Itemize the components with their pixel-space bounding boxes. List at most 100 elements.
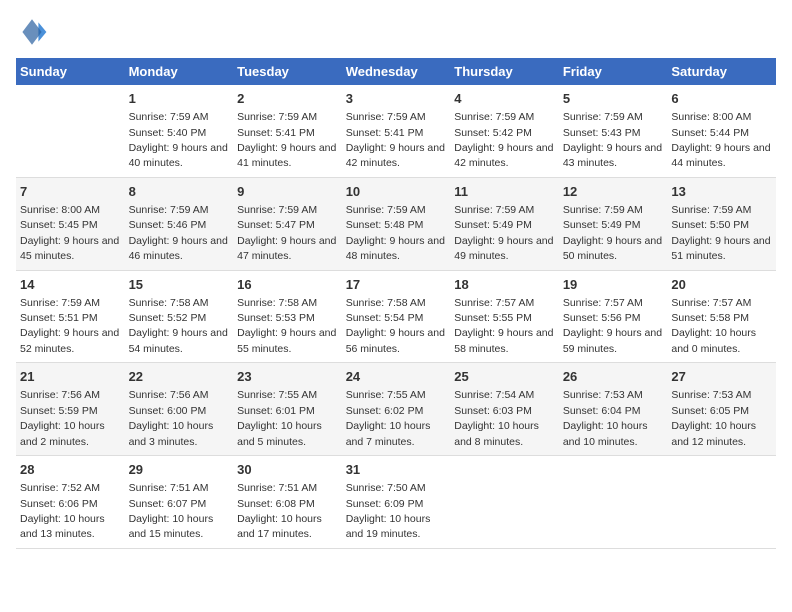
day-number: 31 bbox=[346, 461, 447, 479]
day-number: 22 bbox=[129, 368, 230, 386]
day-info: Sunrise: 7:53 AMSunset: 6:04 PMDaylight:… bbox=[563, 389, 648, 447]
day-header-wednesday: Wednesday bbox=[342, 58, 451, 85]
day-info: Sunrise: 7:59 AMSunset: 5:49 PMDaylight:… bbox=[454, 204, 553, 262]
calendar-cell: 5Sunrise: 7:59 AMSunset: 5:43 PMDaylight… bbox=[559, 85, 668, 177]
day-number: 23 bbox=[237, 368, 338, 386]
calendar-cell: 30 Sunrise: 7:51 AMSunset: 6:08 PMDayligh… bbox=[233, 456, 342, 549]
logo-icon bbox=[16, 16, 48, 48]
calendar-cell bbox=[559, 456, 668, 549]
calendar-cell: 15 Sunrise: 7:58 AMSunset: 5:52 PMDayligh… bbox=[125, 270, 234, 363]
calendar-cell: 10 Sunrise: 7:59 AMSunset: 5:48 PMDayligh… bbox=[342, 177, 451, 270]
day-info: Sunrise: 7:54 AMSunset: 6:03 PMDaylight:… bbox=[454, 389, 539, 447]
day-number: 16 bbox=[237, 276, 338, 294]
day-number: 18 bbox=[454, 276, 555, 294]
day-info: Sunrise: 7:59 AMSunset: 5:47 PMDaylight:… bbox=[237, 204, 336, 262]
calendar-cell: 6 Sunrise: 8:00 AMSunset: 5:44 PMDaylight… bbox=[667, 85, 776, 177]
day-info: Sunrise: 7:53 AMSunset: 6:05 PMDaylight:… bbox=[671, 389, 756, 447]
day-info: Sunrise: 7:59 AMSunset: 5:51 PMDaylight:… bbox=[20, 297, 119, 355]
day-info: Sunrise: 7:52 AMSunset: 6:06 PMDaylight:… bbox=[20, 482, 105, 540]
day-info: Sunrise: 7:59 AMSunset: 5:48 PMDaylight:… bbox=[346, 204, 445, 262]
day-info: Sunrise: 7:50 AMSunset: 6:09 PMDaylight:… bbox=[346, 482, 431, 540]
calendar-cell: 27 Sunrise: 7:53 AMSunset: 6:05 PMDayligh… bbox=[667, 363, 776, 456]
day-header-friday: Friday bbox=[559, 58, 668, 85]
day-number: 2 bbox=[237, 90, 338, 108]
day-info: Sunrise: 7:51 AMSunset: 6:08 PMDaylight:… bbox=[237, 482, 322, 540]
header bbox=[16, 16, 776, 48]
calendar-cell: 31 Sunrise: 7:50 AMSunset: 6:09 PMDayligh… bbox=[342, 456, 451, 549]
week-row-1: 7 Sunrise: 8:00 AMSunset: 5:45 PMDaylight… bbox=[16, 177, 776, 270]
day-number: 27 bbox=[671, 368, 772, 386]
calendar-cell: 24 Sunrise: 7:55 AMSunset: 6:02 PMDayligh… bbox=[342, 363, 451, 456]
calendar-cell: 21Sunrise: 7:56 AMSunset: 5:59 PMDayligh… bbox=[16, 363, 125, 456]
day-info: Sunrise: 7:59 AMSunset: 5:49 PMDaylight:… bbox=[563, 204, 662, 262]
week-row-3: 21Sunrise: 7:56 AMSunset: 5:59 PMDayligh… bbox=[16, 363, 776, 456]
logo bbox=[16, 16, 52, 48]
day-info: Sunrise: 7:59 AMSunset: 5:43 PMDaylight:… bbox=[563, 111, 662, 169]
calendar-cell: 17 Sunrise: 7:58 AMSunset: 5:54 PMDayligh… bbox=[342, 270, 451, 363]
day-info: Sunrise: 7:58 AMSunset: 5:53 PMDaylight:… bbox=[237, 297, 336, 355]
day-header-tuesday: Tuesday bbox=[233, 58, 342, 85]
calendar-cell: 4Sunrise: 7:59 AMSunset: 5:42 PMDaylight… bbox=[450, 85, 559, 177]
calendar-table: SundayMondayTuesdayWednesdayThursdayFrid… bbox=[16, 58, 776, 549]
calendar-cell: 13 Sunrise: 7:59 AMSunset: 5:50 PMDayligh… bbox=[667, 177, 776, 270]
calendar-cell: 1 Sunrise: 7:59 AMSunset: 5:40 PMDaylight… bbox=[125, 85, 234, 177]
day-header-sunday: Sunday bbox=[16, 58, 125, 85]
day-info: Sunrise: 7:59 AMSunset: 5:50 PMDaylight:… bbox=[671, 204, 770, 262]
header-row: SundayMondayTuesdayWednesdayThursdayFrid… bbox=[16, 58, 776, 85]
day-number: 4 bbox=[454, 90, 555, 108]
day-number: 12 bbox=[563, 183, 664, 201]
day-info: Sunrise: 8:00 AMSunset: 5:45 PMDaylight:… bbox=[20, 204, 119, 262]
calendar-cell: 9Sunrise: 7:59 AMSunset: 5:47 PMDaylight… bbox=[233, 177, 342, 270]
day-info: Sunrise: 7:55 AMSunset: 6:01 PMDaylight:… bbox=[237, 389, 322, 447]
day-number: 1 bbox=[129, 90, 230, 108]
day-number: 19 bbox=[563, 276, 664, 294]
day-info: Sunrise: 7:58 AMSunset: 5:52 PMDaylight:… bbox=[129, 297, 228, 355]
day-info: Sunrise: 7:55 AMSunset: 6:02 PMDaylight:… bbox=[346, 389, 431, 447]
day-number: 15 bbox=[129, 276, 230, 294]
day-number: 28 bbox=[20, 461, 121, 479]
day-number: 10 bbox=[346, 183, 447, 201]
calendar-cell: 8Sunrise: 7:59 AMSunset: 5:46 PMDaylight… bbox=[125, 177, 234, 270]
day-number: 20 bbox=[671, 276, 772, 294]
day-number: 8 bbox=[129, 183, 230, 201]
week-row-4: 28 Sunrise: 7:52 AMSunset: 6:06 PMDayligh… bbox=[16, 456, 776, 549]
calendar-cell: 18 Sunrise: 7:57 AMSunset: 5:55 PMDayligh… bbox=[450, 270, 559, 363]
week-row-0: 1 Sunrise: 7:59 AMSunset: 5:40 PMDaylight… bbox=[16, 85, 776, 177]
day-info: Sunrise: 7:59 AMSunset: 5:41 PMDaylight:… bbox=[346, 111, 445, 169]
calendar-cell: 22 Sunrise: 7:56 AMSunset: 6:00 PMDayligh… bbox=[125, 363, 234, 456]
day-number: 14 bbox=[20, 276, 121, 294]
calendar-cell: 23 Sunrise: 7:55 AMSunset: 6:01 PMDayligh… bbox=[233, 363, 342, 456]
calendar-cell bbox=[667, 456, 776, 549]
day-header-monday: Monday bbox=[125, 58, 234, 85]
day-header-saturday: Saturday bbox=[667, 58, 776, 85]
calendar-cell: 3 Sunrise: 7:59 AMSunset: 5:41 PMDaylight… bbox=[342, 85, 451, 177]
calendar-cell: 2Sunrise: 7:59 AMSunset: 5:41 PMDaylight… bbox=[233, 85, 342, 177]
calendar-cell bbox=[450, 456, 559, 549]
day-number: 24 bbox=[346, 368, 447, 386]
calendar-cell: 29 Sunrise: 7:51 AMSunset: 6:07 PMDayligh… bbox=[125, 456, 234, 549]
week-row-2: 14 Sunrise: 7:59 AMSunset: 5:51 PMDayligh… bbox=[16, 270, 776, 363]
day-info: Sunrise: 7:59 AMSunset: 5:40 PMDaylight:… bbox=[129, 111, 228, 169]
day-number: 6 bbox=[671, 90, 772, 108]
day-number: 7 bbox=[20, 183, 121, 201]
calendar-cell: 11Sunrise: 7:59 AMSunset: 5:49 PMDayligh… bbox=[450, 177, 559, 270]
day-number: 13 bbox=[671, 183, 772, 201]
day-info: Sunrise: 7:56 AMSunset: 6:00 PMDaylight:… bbox=[129, 389, 214, 447]
calendar-cell: 20 Sunrise: 7:57 AMSunset: 5:58 PMDayligh… bbox=[667, 270, 776, 363]
calendar-cell bbox=[16, 85, 125, 177]
day-number: 30 bbox=[237, 461, 338, 479]
day-info: Sunrise: 8:00 AMSunset: 5:44 PMDaylight:… bbox=[671, 111, 770, 169]
calendar-cell: 19 Sunrise: 7:57 AMSunset: 5:56 PMDayligh… bbox=[559, 270, 668, 363]
day-number: 21 bbox=[20, 368, 121, 386]
day-number: 29 bbox=[129, 461, 230, 479]
day-info: Sunrise: 7:57 AMSunset: 5:58 PMDaylight:… bbox=[671, 297, 756, 355]
calendar-cell: 16 Sunrise: 7:58 AMSunset: 5:53 PMDayligh… bbox=[233, 270, 342, 363]
day-info: Sunrise: 7:57 AMSunset: 5:56 PMDaylight:… bbox=[563, 297, 662, 355]
calendar-cell: 14 Sunrise: 7:59 AMSunset: 5:51 PMDayligh… bbox=[16, 270, 125, 363]
day-info: Sunrise: 7:51 AMSunset: 6:07 PMDaylight:… bbox=[129, 482, 214, 540]
day-header-thursday: Thursday bbox=[450, 58, 559, 85]
day-number: 3 bbox=[346, 90, 447, 108]
day-info: Sunrise: 7:57 AMSunset: 5:55 PMDaylight:… bbox=[454, 297, 553, 355]
day-number: 17 bbox=[346, 276, 447, 294]
day-info: Sunrise: 7:58 AMSunset: 5:54 PMDaylight:… bbox=[346, 297, 445, 355]
